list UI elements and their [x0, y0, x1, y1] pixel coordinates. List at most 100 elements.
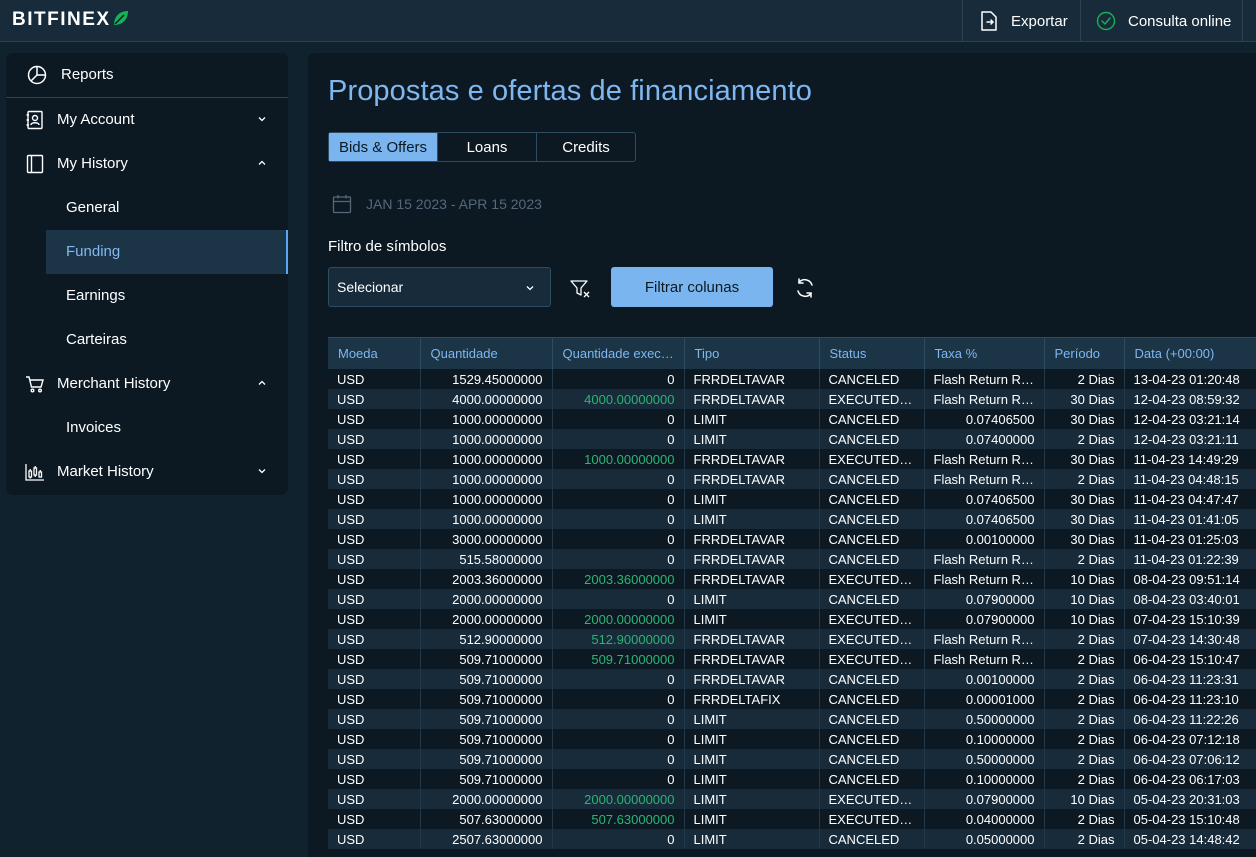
sidebar-item-label: Invoices — [66, 419, 122, 436]
cell-periodo: 2 Dias — [1044, 709, 1125, 729]
cell-taxa: 0.07400000 — [924, 429, 1045, 449]
cell-quantidade-executada: 2000.00000000 — [552, 609, 685, 629]
table-row: USD 1000.00000000 1000.00000000 FRRDELTAVAR… — [328, 449, 1256, 469]
cell-periodo: 10 Dias — [1044, 789, 1125, 809]
tab-credits[interactable]: Credits — [537, 133, 635, 161]
sidebar-item-label: Carteiras — [66, 331, 127, 348]
cell-taxa: Flash Return Ra… — [924, 649, 1045, 669]
sidebar-item-label: Earnings — [66, 287, 126, 304]
cell-taxa: 0.07900000 — [924, 589, 1045, 609]
cell-quantidade: 1000.00000000 — [420, 409, 553, 429]
cell-quantidade-executada: 0 — [552, 489, 685, 509]
cell-quantidade: 1000.00000000 — [420, 429, 553, 449]
sidebar-item-label: Merchant History — [57, 375, 171, 392]
table-row: USD 509.71000000 0 LIMIT CANCELED 0.50000000 2… — [328, 709, 1256, 729]
cell-moeda: USD — [328, 589, 421, 609]
cell-moeda: USD — [328, 729, 421, 749]
cell-tipo: LIMIT — [684, 429, 820, 449]
cell-taxa: Flash Return Ra… — [924, 369, 1045, 389]
online-query-button[interactable]: Consulta online — [1080, 0, 1243, 42]
cell-taxa: 0.07900000 — [924, 609, 1045, 629]
cell-periodo: 2 Dias — [1044, 669, 1125, 689]
table-row: USD 1000.00000000 0 LIMIT CANCELED 0.07406500… — [328, 409, 1256, 429]
table-row: USD 2003.36000000 2003.36000000 FRRDELTAVAR… — [328, 569, 1256, 589]
cell-data: 06-04-23 11:22:26 — [1124, 709, 1256, 729]
cell-taxa: 0.07900000 — [924, 789, 1045, 809]
symbol-select-value: Selecionar — [337, 279, 404, 295]
cell-moeda: USD — [328, 629, 421, 649]
cell-periodo: 30 Dias — [1044, 529, 1125, 549]
cell-quantidade-executada: 509.71000000 — [552, 649, 685, 669]
cell-data: 11-04-23 14:49:29 — [1124, 449, 1256, 469]
column-header-quantidade-executada[interactable]: Quantidade exec… — [552, 338, 685, 369]
cell-tipo: LIMIT — [684, 809, 820, 829]
sidebar-item-carteiras[interactable]: Carteiras — [6, 318, 288, 362]
sidebar-item-label: My History — [57, 155, 128, 172]
cell-quantidade-executada: 0 — [552, 749, 685, 769]
sidebar-item-merchant-history[interactable]: Merchant History — [6, 362, 288, 406]
cell-tipo: FRRDELTAVAR — [684, 469, 820, 489]
cell-taxa: Flash Return Ra… — [924, 629, 1045, 649]
cell-quantidade-executada: 0 — [552, 829, 685, 849]
bitfinex-logo[interactable]: BITFINEX — [12, 8, 129, 32]
cell-periodo: 2 Dias — [1044, 649, 1125, 669]
cell-data: 08-04-23 09:51:14 — [1124, 569, 1256, 589]
cell-status: CANCELED — [819, 529, 925, 549]
column-header-moeda[interactable]: Moeda — [328, 338, 421, 369]
sidebar-item-invoices[interactable]: Invoices — [6, 406, 288, 450]
cell-quantidade: 509.71000000 — [420, 749, 553, 769]
cell-data: 06-04-23 11:23:10 — [1124, 689, 1256, 709]
column-header-tipo[interactable]: Tipo — [684, 338, 820, 369]
tab-bar: Bids & Offers Loans Credits — [328, 132, 636, 162]
sidebar-item-reports[interactable]: Reports — [6, 53, 288, 97]
refresh-icon[interactable] — [793, 276, 817, 300]
book-icon — [25, 154, 45, 174]
cell-quantidade-executada: 0 — [552, 669, 685, 689]
cell-quantidade-executada: 1000.00000000 — [552, 449, 685, 469]
cell-moeda: USD — [328, 709, 421, 729]
cell-tipo: LIMIT — [684, 789, 820, 809]
tab-loans[interactable]: Loans — [438, 133, 537, 161]
column-header-data[interactable]: Data (+00:00) — [1124, 338, 1256, 369]
cell-status: CANCELED — [819, 709, 925, 729]
tab-bids-offers[interactable]: Bids & Offers — [329, 133, 438, 161]
cell-tipo: LIMIT — [684, 749, 820, 769]
cell-tipo: FRRDELTAVAR — [684, 529, 820, 549]
sidebar-item-my-account[interactable]: My Account — [6, 98, 288, 142]
symbol-select[interactable]: Selecionar — [328, 267, 551, 307]
column-header-status[interactable]: Status — [819, 338, 925, 369]
table-row: USD 2000.00000000 0 LIMIT CANCELED 0.07900000… — [328, 589, 1256, 609]
column-header-taxa[interactable]: Taxa % — [924, 338, 1045, 369]
main-panel: Propostas e ofertas de financiamento Bid… — [308, 53, 1256, 857]
cell-quantidade: 507.63000000 — [420, 809, 553, 829]
sidebar-item-my-history[interactable]: My History — [6, 142, 288, 186]
cell-moeda: USD — [328, 649, 421, 669]
cell-status: CANCELED — [819, 429, 925, 449]
cell-tipo: LIMIT — [684, 769, 820, 789]
sidebar-item-market-history[interactable]: Market History — [6, 450, 288, 494]
export-button[interactable]: Exportar — [962, 0, 1080, 42]
column-header-quantidade[interactable]: Quantidade — [420, 338, 553, 369]
date-range-picker[interactable]: JAN 15 2023 - APR 15 2023 — [332, 194, 542, 214]
cell-taxa: Flash Return Ra… — [924, 549, 1045, 569]
table-row: USD 509.71000000 0 FRRDELTAVAR CANCELED 0.001… — [328, 669, 1256, 689]
sidebar-item-funding[interactable]: Funding — [46, 230, 288, 274]
table-row: USD 507.63000000 507.63000000 LIMIT EXECUTED… — [328, 809, 1256, 829]
sidebar-item-general[interactable]: General — [6, 186, 288, 230]
cell-quantidade: 509.71000000 — [420, 709, 553, 729]
chevron-down-icon — [258, 117, 266, 122]
cell-taxa: Flash Return Ra… — [924, 569, 1045, 589]
cell-data: 12-04-23 03:21:14 — [1124, 409, 1256, 429]
cart-icon — [25, 374, 45, 394]
column-header-periodo[interactable]: Período — [1044, 338, 1125, 369]
chevron-down-icon — [258, 469, 266, 474]
cell-tipo: FRRDELTAVAR — [684, 369, 820, 389]
cell-quantidade: 509.71000000 — [420, 729, 553, 749]
filter-columns-button[interactable]: Filtrar colunas — [611, 267, 773, 307]
clear-filter-icon[interactable] — [568, 277, 592, 301]
cell-quantidade-executada: 2000.00000000 — [552, 789, 685, 809]
cell-data: 07-04-23 15:10:39 — [1124, 609, 1256, 629]
cell-quantidade: 2000.00000000 — [420, 589, 553, 609]
cell-taxa: 0.10000000 — [924, 769, 1045, 789]
sidebar-item-earnings[interactable]: Earnings — [6, 274, 288, 318]
